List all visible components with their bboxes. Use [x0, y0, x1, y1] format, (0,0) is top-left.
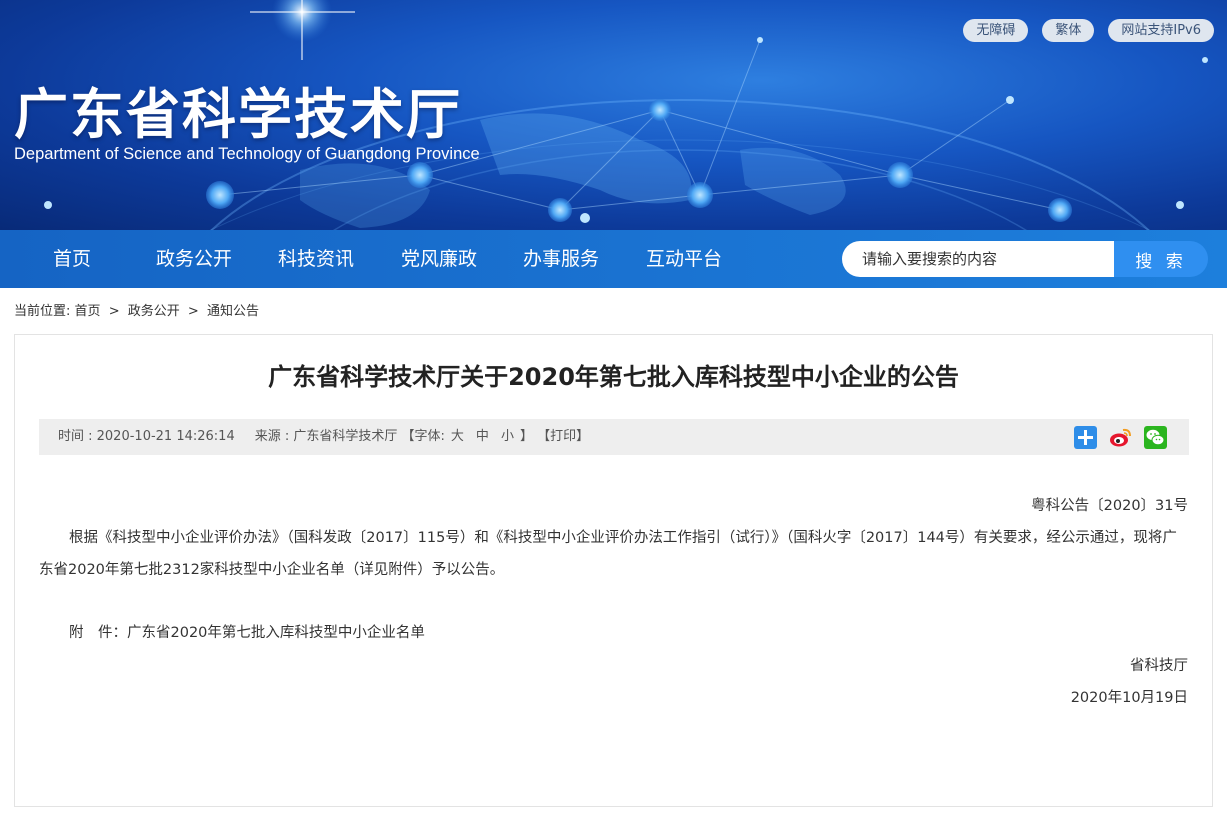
search-button[interactable]: 搜 索	[1114, 241, 1208, 277]
font-size-small[interactable]: 小	[501, 429, 514, 444]
header-banner: 广东省科学技术厅 Department of Science and Techn…	[0, 0, 1227, 230]
nav-item-government-affairs[interactable]: 政务公开	[156, 230, 232, 288]
article-signature: 省科技厅	[1130, 658, 1188, 674]
breadcrumb-government-affairs[interactable]: 政务公开	[128, 304, 180, 319]
article-meta-text: 时间 : 2020-10-21 14:26:14 来源 : 广东省科学技术厅 【字…	[58, 419, 589, 455]
nav-item-interaction[interactable]: 互动平台	[646, 230, 722, 288]
article-meta-bar: 时间 : 2020-10-21 14:26:14 来源 : 广东省科学技术厅 【字…	[39, 419, 1189, 455]
plus-share-icon[interactable]	[1074, 426, 1097, 449]
breadcrumb-separator: >	[108, 304, 120, 319]
nav-item-tech-news[interactable]: 科技资讯	[278, 230, 354, 288]
attachment-link[interactable]: 广东省2020年第七批入库科技型中小企业名单	[127, 625, 425, 641]
article-source: 来源 : 广东省科学技术厅	[254, 429, 398, 444]
attachment-line: 附 件：广东省2020年第七批入库科技型中小企业名单	[69, 621, 425, 642]
publish-time: 时间 : 2020-10-21 14:26:14	[58, 429, 235, 444]
traditional-chinese-link[interactable]: 繁体	[1042, 19, 1095, 42]
attachment-label: 附 件：	[69, 625, 127, 641]
font-size-close: 】	[519, 429, 533, 444]
site-title: 广东省科学技术厅	[14, 83, 462, 146]
font-size-label: 【字体:	[401, 429, 445, 444]
nav-item-home[interactable]: 首页	[53, 230, 91, 288]
nav-item-services[interactable]: 办事服务	[523, 230, 599, 288]
accessibility-link[interactable]: 无障碍	[963, 19, 1029, 42]
breadcrumb-home[interactable]: 首页	[75, 304, 101, 319]
breadcrumb-notices[interactable]: 通知公告	[207, 304, 259, 319]
font-size-large[interactable]: 大	[451, 429, 464, 444]
breadcrumb-separator: >	[187, 304, 199, 319]
ipv6-support-link[interactable]: 网站支持IPv6	[1108, 19, 1214, 42]
font-size-medium[interactable]: 中	[476, 429, 489, 444]
article-date: 2020年10月19日	[1070, 690, 1188, 706]
search-box: 搜 索	[842, 241, 1208, 277]
print-link[interactable]: 【打印】	[537, 429, 589, 444]
document-number: 粤科公告〔2020〕31号	[1031, 498, 1188, 514]
site-subtitle: Department of Science and Technology of …	[14, 145, 480, 163]
wechat-icon[interactable]	[1144, 426, 1167, 449]
article-paragraph: 根据《科技型中小企业评价办法》（国科发政〔2017〕115号）和《科技型中小企业…	[39, 530, 1177, 578]
weibo-icon[interactable]	[1109, 426, 1132, 449]
breadcrumb: 当前位置: 首页 > 政务公开 > 通知公告	[14, 300, 259, 319]
top-links: 无障碍 繁体 网站支持IPv6	[963, 19, 1214, 42]
nav-item-party-conduct[interactable]: 党风廉政	[401, 230, 477, 288]
search-input[interactable]	[842, 241, 1114, 277]
article-title: 广东省科学技术厅关于2020年第七批入库科技型中小企业的公告	[268, 363, 959, 391]
breadcrumb-prefix: 当前位置:	[14, 304, 71, 319]
